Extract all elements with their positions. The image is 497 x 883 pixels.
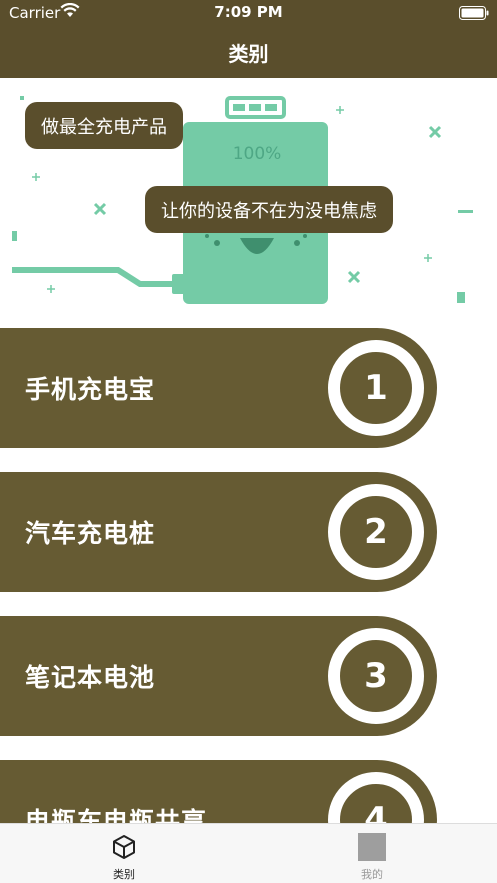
nav-bar: 类别 <box>0 26 497 78</box>
category-item-1[interactable]: 手机充电宝 1 <box>0 328 437 448</box>
category-item-2[interactable]: 汽车充电桩 2 <box>0 472 437 592</box>
page-title: 类别 <box>228 41 269 66</box>
tab-bar: 类别 我的 <box>0 823 497 883</box>
battery-icon <box>459 6 489 24</box>
status-time: 7:09 PM <box>214 3 283 21</box>
category-number-badge: 1 <box>328 340 424 436</box>
slogan-bubble-2: 让你的设备不在为没电焦虑 <box>145 186 393 233</box>
banner-illustration: 100% 做最全充电产品 让你的设备不在为没电焦虑 <box>0 78 497 324</box>
slogan-bubble-1: 做最全充电产品 <box>25 102 183 149</box>
category-item-3[interactable]: 笔记本电池 3 <box>0 616 437 736</box>
tab-category-label: 类别 <box>113 868 135 881</box>
category-label: 汽车充电桩 <box>25 519 156 548</box>
battery-percent-text: 100% <box>233 144 282 164</box>
category-number-badge: 2 <box>328 484 424 580</box>
placeholder-icon <box>358 833 386 861</box>
cube-icon <box>110 833 138 861</box>
tab-mine-label: 我的 <box>361 868 383 881</box>
category-label: 笔记本电池 <box>25 663 156 692</box>
category-label: 手机充电宝 <box>25 375 156 404</box>
tab-mine[interactable]: 我的 <box>312 824 432 883</box>
tab-category[interactable]: 类别 <box>64 824 184 883</box>
status-bar: Carrier 7:09 PM <box>0 0 497 26</box>
category-number-badge: 3 <box>328 628 424 724</box>
